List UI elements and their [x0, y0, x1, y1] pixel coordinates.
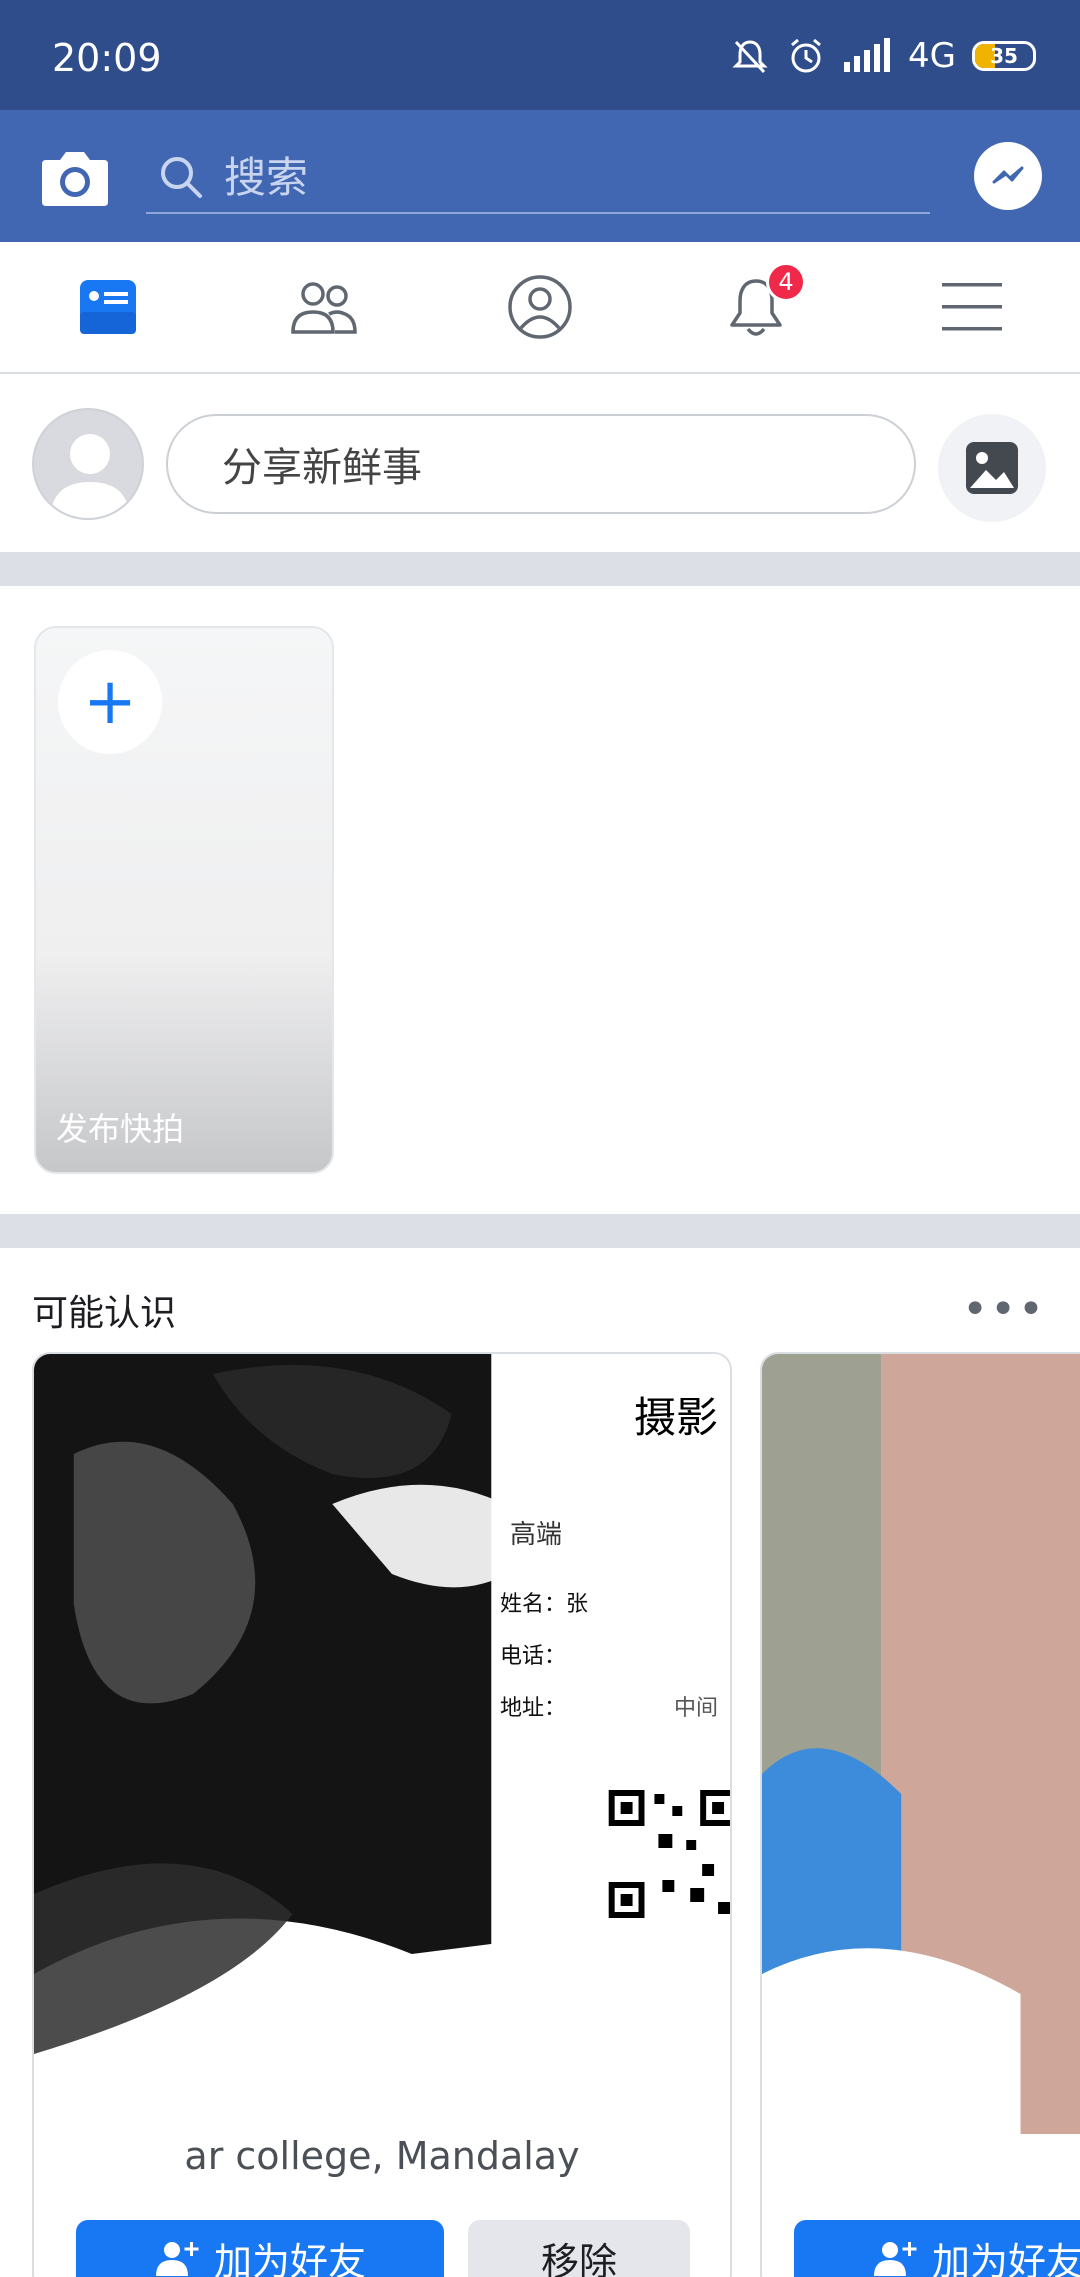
search-bar[interactable] [146, 142, 930, 214]
search-icon [161, 157, 202, 198]
menu-icon [942, 283, 1002, 331]
person-card[interactable]: 摄影 高端 姓名：张 电话： 地址： 中间 ar college, Mandal… [32, 1352, 732, 2277]
news-feed-icon [80, 280, 136, 334]
status-bar: 20:09 4G 35 [0, 0, 1080, 110]
photo-address-tail: 中间 [674, 1696, 719, 1721]
tab-profile[interactable] [432, 242, 648, 372]
messenger-icon [992, 166, 1024, 184]
photo-name: 姓名：张 [500, 1592, 589, 1617]
tab-news-feed[interactable] [0, 242, 216, 372]
top-header [0, 110, 1080, 242]
person-card[interactable]: 加为好友 [760, 1352, 1080, 2277]
remove-button[interactable]: 移除 [468, 2220, 690, 2277]
battery-label: 35 [990, 44, 1018, 68]
search-input[interactable] [224, 152, 824, 202]
default-avatar-icon [50, 434, 130, 518]
add-friend-label: 加为好友 [213, 2239, 366, 2277]
camera-icon [42, 152, 108, 206]
notification-badge: 4 [766, 262, 806, 302]
add-friend-button[interactable]: 加为好友 [76, 2220, 444, 2277]
section-divider [0, 552, 1080, 586]
status-time: 20:09 [52, 36, 162, 80]
tab-friends[interactable] [216, 242, 432, 372]
add-friend-label: 加为好友 [931, 2239, 1080, 2277]
photo-address: 地址： [500, 1696, 567, 1721]
person-photo [34, 1354, 730, 2134]
stories-section: + 发布快拍 [0, 586, 1080, 1214]
add-friend-icon [873, 2242, 917, 2276]
create-story-card[interactable]: + 发布快拍 [34, 626, 334, 1174]
mute-bell-icon [732, 40, 768, 74]
status-icons: 4G 35 [730, 34, 1036, 78]
battery-icon: 35 [972, 41, 1036, 71]
add-story-icon: + [58, 650, 162, 754]
avatar[interactable] [32, 408, 144, 520]
signal-icon [844, 38, 891, 72]
pymk-title: 可能认识 [32, 1293, 177, 1334]
add-friend-button[interactable]: 加为好友 [794, 2220, 1080, 2277]
people-you-may-know: 可能认识 ••• 摄影 高端 姓名：张 电话： 地址： 中间 ar colleg… [0, 1248, 1080, 2277]
create-story-label: 发布快拍 [56, 1110, 185, 1148]
camera-button[interactable] [40, 146, 110, 208]
compose-input[interactable]: 分享新鲜事 [166, 414, 916, 514]
tab-menu[interactable] [864, 242, 1080, 372]
tab-notifications[interactable]: 4 [648, 242, 864, 372]
network-label: 4G [908, 36, 956, 76]
post-composer: 分享新鲜事 [0, 376, 1080, 552]
messenger-button[interactable] [974, 142, 1042, 210]
alarm-icon [791, 38, 821, 73]
more-options-icon[interactable]: ••• [962, 1284, 1046, 1335]
profile-icon [508, 275, 572, 339]
main-tab-bar: 4 [0, 242, 1080, 374]
photo-icon [966, 442, 1018, 494]
person-photo [762, 1354, 1080, 2134]
photo-heading: 摄影 [634, 1393, 719, 1442]
photo-phone: 电话： [500, 1644, 567, 1669]
add-friend-icon [155, 2242, 199, 2276]
section-divider [0, 1214, 1080, 1248]
qr-code [602, 1784, 730, 1924]
person-subtitle: ar college, Mandalay [184, 2134, 580, 2178]
photo-button[interactable] [938, 414, 1046, 522]
photo-line1: 高端 [510, 1520, 563, 1550]
friends-icon [291, 282, 357, 334]
